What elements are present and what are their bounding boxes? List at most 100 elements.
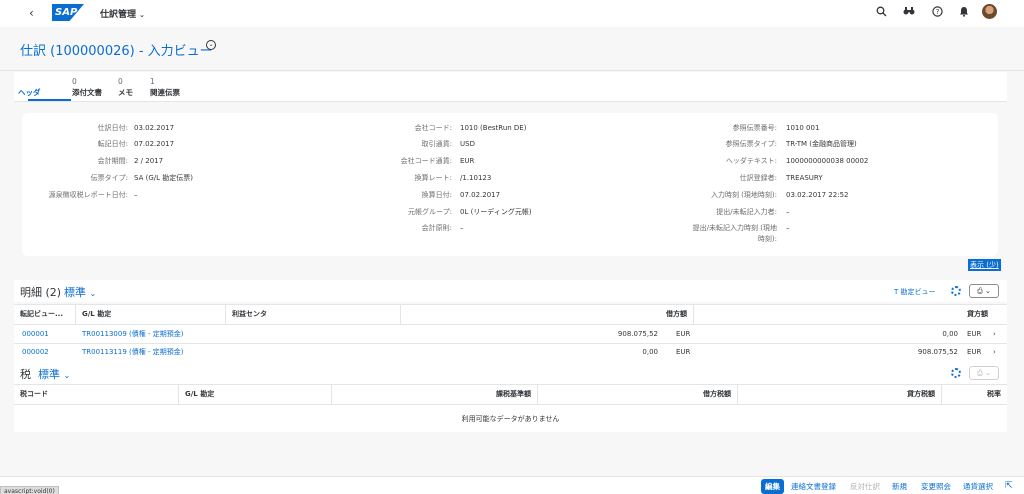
field-value: – [786, 208, 790, 216]
settings-icon[interactable] [951, 286, 961, 296]
chevron-down-icon: ⌄ [89, 289, 97, 298]
debit-amount: 0,00 [642, 348, 658, 356]
field-value: – [460, 224, 464, 232]
chevron-down-icon[interactable]: ⌄ [206, 40, 216, 50]
gl-account-link[interactable]: TR00113119 (債権 - 定期預金) [76, 345, 189, 360]
field-value: 07.02.2017 [134, 140, 175, 148]
column-header[interactable]: 貸方税額 [738, 384, 942, 404]
field-label: 会社コード: [414, 124, 452, 132]
column-header[interactable]: 借方税額 [538, 384, 738, 404]
field-label: 源泉徴収税レポート日付: [48, 191, 128, 199]
variant-label: 標準 [64, 286, 86, 299]
field-value: 2 / 2017 [134, 157, 164, 165]
shell-bar: ‹ SAP 仕訳管理 ⌄ ? [0, 0, 1024, 27]
credit-amount: 908.075,52 [917, 348, 958, 356]
search-icon[interactable] [874, 6, 888, 20]
share-icon[interactable]: ⇱ [1005, 481, 1013, 491]
chevron-right-icon[interactable]: › [987, 345, 1002, 360]
column-header[interactable]: 借方額 [401, 304, 694, 324]
field-label: 元帳グループ: [408, 208, 452, 216]
field-value: 03.02.2017 [134, 124, 175, 132]
browser-status-bar: avascript:void(0) [0, 486, 59, 494]
page-title: 仕訳 (100000026) - 入力ビュー [20, 44, 213, 59]
tab-related-documents[interactable]: 1 関連伝票 [150, 77, 180, 98]
tab-count: 0 [72, 77, 77, 86]
edit-button[interactable]: 編集 [761, 479, 784, 494]
tab-label: 関連伝票 [150, 88, 180, 97]
tab-count: 0 [118, 77, 123, 86]
currency-select-button[interactable]: 通貨選択 [963, 481, 993, 492]
tab-label: 添付文書 [72, 88, 102, 97]
help-icon[interactable]: ? [930, 6, 944, 20]
field-value: EUR [460, 157, 475, 165]
back-icon[interactable]: ‹ [29, 6, 34, 20]
column-header[interactable]: 貸方額 [694, 304, 994, 324]
active-tab-indicator [28, 99, 71, 101]
sap-logo[interactable]: SAP [52, 4, 84, 21]
field-value: SA (G/L 勘定伝票) [134, 174, 193, 182]
field-value: /1.10123 [460, 174, 492, 182]
change-document-button[interactable]: 変更照会 [921, 481, 951, 492]
field-label: 伝票タイプ: [90, 174, 128, 182]
export-button: ⎙ ⌄ [969, 366, 999, 380]
settings-icon[interactable] [951, 368, 961, 378]
field-value: 07.02.2017 [460, 191, 501, 199]
tab-attachments[interactable]: 0 添付文書 [72, 77, 102, 98]
field-value: – [786, 224, 790, 232]
link-document-button[interactable]: 連絡文書登録 [791, 481, 836, 492]
debit-amount: 908.075,52 [617, 330, 658, 338]
column-header[interactable]: 利益センタ [226, 304, 401, 324]
debit-currency: EUR [676, 348, 691, 356]
tab-count: 1 [150, 77, 155, 86]
field-value: USD [460, 140, 475, 148]
t-account-view-button[interactable]: T 勘定ビュー [894, 287, 936, 297]
export-button[interactable]: ⎙ ⌄ [969, 284, 999, 298]
tab-header[interactable]: ヘッダ [18, 77, 41, 98]
object-header: 仕訳 (100000026) - 入力ビュー ⌄ [0, 27, 1024, 71]
header-form: 仕訳日付: 03.02.2017 転記日付: 07.02.2017 会計期間: … [22, 113, 998, 256]
field-value: TR-TM (金融商品管理) [786, 140, 857, 148]
tab-notes[interactable]: 0 メモ [118, 77, 133, 98]
items-table: 転記ビュー... G/L 勘定 利益センタ 借方額 貸方額 000001 TR0… [14, 304, 1007, 362]
tab-label: ヘッダ [18, 88, 41, 97]
field-label: 参照伝票タイプ: [725, 140, 777, 148]
field-label: ヘッダテキスト: [725, 157, 777, 165]
app-title: 仕訳管理 [100, 10, 137, 20]
app-title-menu[interactable]: 仕訳管理 ⌄ [100, 7, 145, 20]
field-label: 換算日付: [421, 191, 452, 199]
field-label: 転記日付: [97, 140, 128, 148]
variant-label: 標準 [38, 368, 60, 381]
tax-variant-selector[interactable]: 標準 ⌄ [38, 366, 70, 382]
column-header[interactable]: G/L 勘定 [179, 384, 332, 404]
tax-table: 税コード G/L 勘定 課税基準額 借方税額 貸方税額 税率 利用可能なデータが… [14, 384, 1007, 432]
item-number-link[interactable]: 000001 [16, 327, 55, 342]
field-value: TREASURY [786, 174, 823, 182]
avatar[interactable] [982, 4, 997, 19]
tax-section-header: 税 標準 ⌄ ⎙ ⌄ [14, 362, 1007, 384]
items-variant-selector[interactable]: 標準 ⌄ [64, 284, 96, 300]
new-button[interactable]: 新規 [892, 481, 907, 492]
field-label: 取引通貨: [421, 140, 452, 148]
column-header[interactable]: 転記ビュー... [14, 304, 76, 324]
column-header[interactable]: G/L 勘定 [76, 304, 226, 324]
binoculars-icon[interactable] [902, 6, 916, 20]
column-header[interactable]: 税率 [942, 384, 1007, 404]
field-label: 参照伝票番号: [732, 124, 777, 132]
item-number-link[interactable]: 000002 [16, 345, 55, 360]
field-label: 会計期間: [97, 157, 128, 165]
tax-title: 税 [20, 368, 31, 381]
column-header[interactable]: 税コード [14, 384, 179, 404]
field-value: 03.02.2017 22:52 [786, 191, 849, 199]
bell-icon[interactable] [957, 6, 971, 20]
field-label: 会社コード通貨: [400, 157, 452, 165]
items-section-header: 明細 (2) 標準 ⌄ T 勘定ビュー ⎙ ⌄ [14, 280, 1007, 302]
chevron-right-icon[interactable]: › [987, 327, 1002, 342]
field-label: 会計原則: [421, 224, 452, 232]
field-value: 1000000000038 00002 [786, 157, 869, 165]
gl-account-link[interactable]: TR00113009 (債権 - 定期預金) [76, 327, 189, 342]
items-title: 明細 (2) [20, 286, 62, 299]
credit-currency: EUR [967, 330, 982, 338]
show-less-link[interactable]: 表示 (少) [968, 259, 1001, 271]
chevron-down-icon: ⌄ [139, 11, 145, 19]
column-header[interactable]: 課税基準額 [332, 384, 538, 404]
